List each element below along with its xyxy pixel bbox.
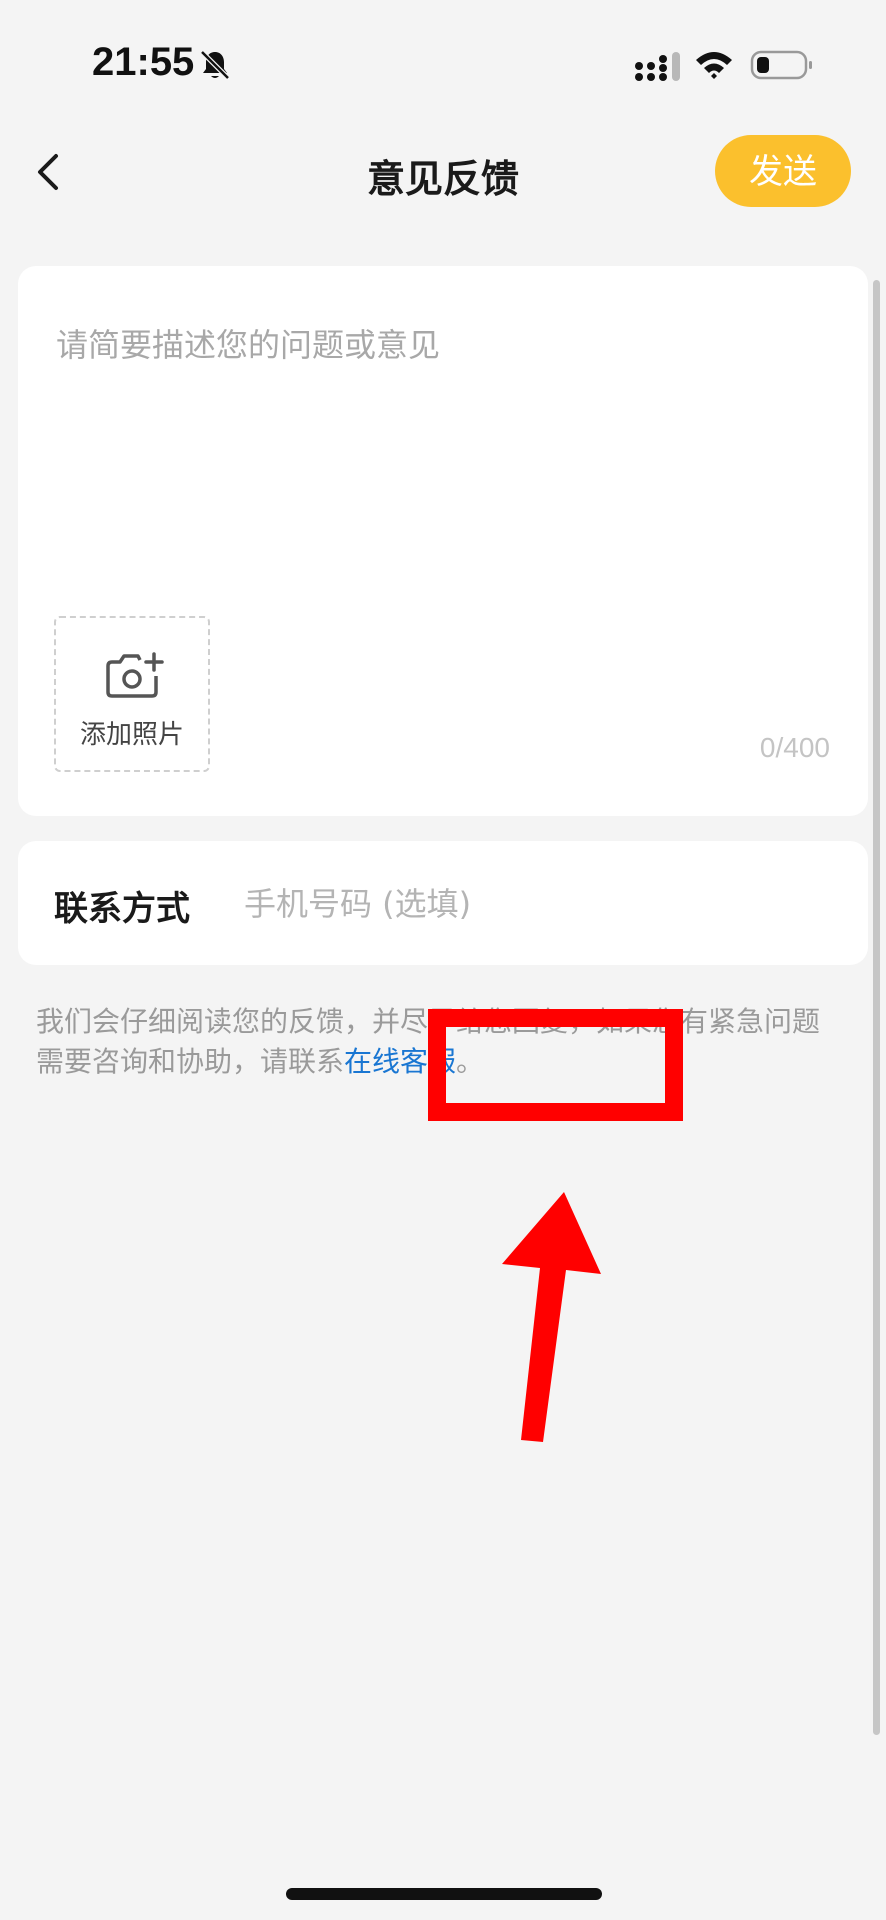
- contact-card: 联系方式: [18, 841, 868, 965]
- char-counter: 0/400: [759, 732, 830, 763]
- battery-icon: [750, 50, 812, 80]
- feedback-card: 添加照片 0/400: [18, 266, 868, 816]
- send-button[interactable]: 发送: [715, 135, 851, 207]
- home-indicator[interactable]: [286, 1888, 602, 1900]
- contact-label: 联系方式: [54, 889, 190, 929]
- annotation-highlight-box: [428, 1009, 683, 1121]
- add-photo-label: 添加照片: [79, 720, 184, 750]
- feedback-textarea[interactable]: [54, 318, 838, 552]
- annotation-arrow: [502, 1192, 601, 1442]
- phone-input[interactable]: [242, 871, 826, 937]
- add-photo-button[interactable]: 添加照片: [54, 616, 210, 772]
- signal-icon: [635, 52, 680, 81]
- status-bar: 21:55: [0, 0, 886, 120]
- scrollbar[interactable]: [873, 280, 880, 1735]
- status-time: 21:55: [92, 40, 195, 84]
- bell-off-icon: [200, 50, 230, 80]
- camera-plus-icon: [106, 652, 164, 698]
- wifi-icon: [696, 52, 732, 79]
